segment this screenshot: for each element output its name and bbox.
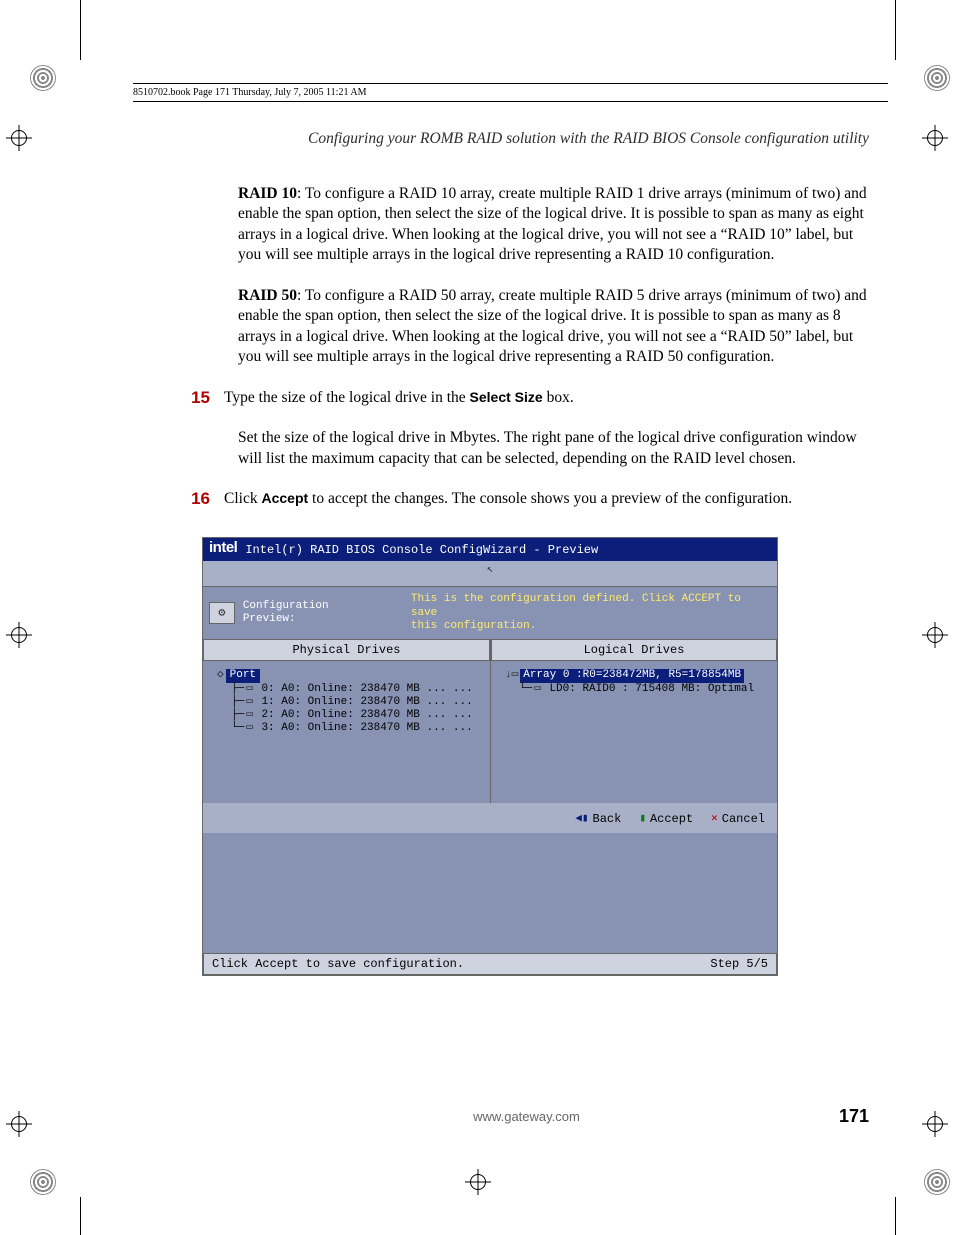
config-message: This is the configuration defined. Click…: [411, 593, 771, 633]
step15-bold: Select Size: [470, 389, 543, 405]
port-icon: ◇: [217, 669, 224, 681]
drive-label: 0: A0: Online: 238470 MB ... ...: [261, 683, 472, 695]
logical-drive-item[interactable]: ▭ LD0: RAID0 : 715408 MB: Optimal: [513, 683, 767, 696]
cancel-button[interactable]: ✕ Cancel: [711, 812, 765, 826]
config-icon: ⚙: [209, 602, 235, 624]
port-root[interactable]: Port: [226, 669, 260, 682]
screenshot-preview-window: intel Intel(r) RAID BIOS Console ConfigW…: [202, 537, 778, 976]
section-title: Configuring your ROMB RAID solution with…: [184, 130, 869, 148]
ld-label: LD0: RAID0 : 715408 MB: Optimal: [549, 683, 754, 695]
step16-post: to accept the changes. The console shows…: [308, 490, 792, 507]
registration-dot: [30, 65, 56, 91]
array-icon: ↓▭: [505, 669, 518, 681]
window-title: Intel(r) RAID BIOS Console ConfigWizard …: [245, 543, 598, 557]
crop-line: [895, 0, 896, 60]
physical-drive-item[interactable]: ▭ 3: A0: Online: 238470 MB ... ...: [225, 722, 480, 735]
physical-drive-item[interactable]: ▭ 1: A0: Online: 238470 MB ... ...: [225, 696, 480, 709]
physical-drives-header: Physical Drives: [203, 639, 490, 661]
back-label: Back: [593, 812, 622, 826]
step16-bold: Accept: [261, 490, 308, 506]
registration-dot: [924, 1169, 950, 1195]
crop-line: [80, 1197, 81, 1235]
step-number: 15: [184, 388, 224, 408]
disk-icon: ▭: [246, 709, 253, 721]
cancel-icon: ✕: [711, 813, 718, 826]
button-row: ◀▮ Back ▮ Accept ✕ Cancel: [203, 804, 777, 832]
physical-drives-column: Physical Drives ◇Port ▭ 0: A0: Online: 2…: [203, 639, 490, 803]
disk-icon: ▭: [246, 696, 253, 708]
config-msg-line1: This is the configuration defined. Click…: [411, 593, 741, 618]
back-button[interactable]: ◀▮ Back: [575, 812, 621, 826]
physical-drive-item[interactable]: ▭ 0: A0: Online: 238470 MB ... ...: [225, 683, 480, 696]
disk-icon: ▭: [246, 722, 253, 734]
step15-para2: Set the size of the logical drive in Mby…: [238, 428, 869, 469]
registration-mark: [6, 622, 32, 648]
step-number: 16: [184, 489, 224, 509]
raid10-paragraph: RAID 10: To configure a RAID 10 array, c…: [238, 184, 869, 266]
step-15: 15 Type the size of the logical drive in…: [184, 388, 869, 408]
status-right: Step 5/5: [710, 957, 768, 971]
accept-icon: ▮: [639, 813, 646, 826]
window-titlebar: intel Intel(r) RAID BIOS Console ConfigW…: [203, 538, 777, 561]
raid50-paragraph: RAID 50: To configure a RAID 50 array, c…: [238, 286, 869, 368]
accept-label: Accept: [650, 812, 693, 826]
registration-mark: [465, 1169, 491, 1195]
logical-drives-tree: ↓▭Array 0 :R0=238472MB, R5=178854MB ▭ LD…: [491, 661, 777, 803]
step-16: 16 Click Accept to accept the changes. T…: [184, 489, 869, 509]
drive-label: 3: A0: Online: 238470 MB ... ...: [261, 722, 472, 734]
step16-pre: Click: [224, 490, 261, 507]
registration-dot: [924, 65, 950, 91]
registration-mark: [922, 1111, 948, 1137]
page-footer: www.gateway.com 171: [184, 1106, 869, 1127]
page: 8510702.book Page 171 Thursday, July 7, …: [0, 0, 954, 1235]
registration-mark: [6, 125, 32, 151]
raid50-text: : To configure a RAID 50 array, create m…: [238, 287, 867, 365]
raid10-text: : To configure a RAID 10 array, create m…: [238, 185, 867, 263]
step-body: Click Accept to accept the changes. The …: [224, 489, 869, 509]
arrow-left-icon: ◀▮: [575, 813, 588, 826]
logical-drives-column: Logical Drives ↓▭Array 0 :R0=238472MB, R…: [490, 639, 777, 803]
config-preview-row: ⚙ Configuration Preview: This is the con…: [203, 587, 777, 639]
step15-post: box.: [543, 389, 574, 406]
crop-line: [80, 0, 81, 60]
accept-button[interactable]: ▮ Accept: [639, 812, 693, 826]
registration-dot: [30, 1169, 56, 1195]
cursor-icon: ↖: [487, 564, 494, 576]
drive-label: 2: A0: Online: 238470 MB ... ...: [261, 709, 472, 721]
physical-drives-tree: ◇Port ▭ 0: A0: Online: 238470 MB ... ...…: [203, 661, 490, 803]
step15-pre: Type the size of the logical drive in th…: [224, 389, 470, 406]
registration-mark: [922, 125, 948, 151]
drive-label: 1: A0: Online: 238470 MB ... ...: [261, 696, 472, 708]
crop-line: [895, 1197, 896, 1235]
raid50-label: RAID 50: [238, 287, 297, 304]
registration-mark: [6, 1111, 32, 1137]
intel-logo: intel: [207, 540, 239, 559]
empty-area: [203, 833, 777, 953]
registration-mark: [922, 622, 948, 648]
disk-icon: ▭: [534, 683, 541, 695]
physical-drive-item[interactable]: ▭ 2: A0: Online: 238470 MB ... ...: [225, 709, 480, 722]
content-area: Configuring your ROMB RAID solution with…: [184, 130, 869, 976]
disk-icon: ▭: [246, 683, 253, 695]
step-body: Type the size of the logical drive in th…: [224, 388, 869, 408]
cancel-label: Cancel: [722, 812, 765, 826]
config-msg-line2: this configuration.: [411, 620, 536, 632]
logical-drives-header: Logical Drives: [491, 639, 777, 661]
config-label: Configuration Preview:: [243, 600, 411, 626]
status-bar: Click Accept to save configuration. Step…: [203, 953, 777, 975]
raid10-label: RAID 10: [238, 185, 297, 202]
drives-row: Physical Drives ◇Port ▭ 0: A0: Online: 2…: [203, 639, 777, 803]
toolbar: ↖: [203, 561, 777, 587]
status-left: Click Accept to save configuration.: [212, 957, 464, 971]
print-header: 8510702.book Page 171 Thursday, July 7, …: [133, 83, 888, 102]
footer-url: www.gateway.com: [473, 1109, 580, 1124]
page-number: 171: [839, 1106, 869, 1127]
array-item[interactable]: Array 0 :R0=238472MB, R5=178854MB: [520, 669, 744, 682]
